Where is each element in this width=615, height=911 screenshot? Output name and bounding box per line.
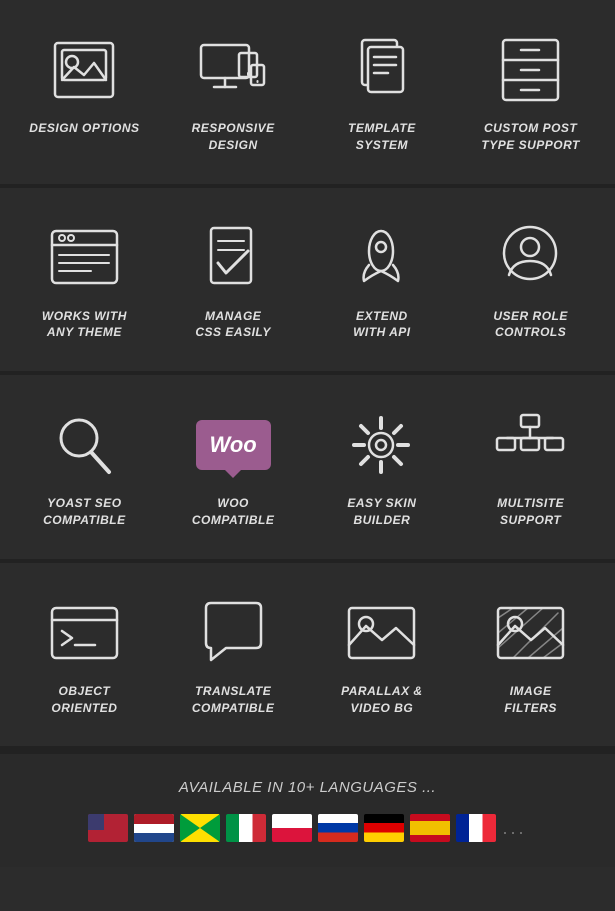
feature-yoast: YOAST SEOCOMPATIBLE bbox=[10, 395, 159, 539]
image-filter-label: IMAGEFILTERS bbox=[504, 683, 557, 717]
responsive-icon bbox=[193, 30, 273, 110]
section-2: WORKS WITHANY THEME MANAGECSS EASILY EXT… bbox=[0, 188, 615, 376]
languages-section: AVAILABLE IN 10+ LANGUAGES ... ... bbox=[0, 750, 615, 867]
multisite-icon bbox=[491, 405, 571, 485]
flag-nl bbox=[134, 814, 174, 842]
feature-multisite: MULTISITESUPPORT bbox=[456, 395, 605, 539]
template-label: TEMPLATESYSTEM bbox=[348, 120, 416, 154]
feature-image-filters: IMAGEFILTERS bbox=[456, 583, 605, 727]
feature-responsive: RESPONSIVEDESIGN bbox=[159, 20, 308, 164]
yoast-label: YOAST SEOCOMPATIBLE bbox=[43, 495, 126, 529]
feature-user-role: USER ROLECONTROLS bbox=[456, 208, 605, 352]
flag-ru bbox=[318, 814, 358, 842]
flag-pl bbox=[272, 814, 312, 842]
image-filter-icon bbox=[491, 593, 571, 673]
template-icon bbox=[342, 30, 422, 110]
multisite-label: MULTISITESUPPORT bbox=[497, 495, 564, 529]
feature-translate: TRANSLATECOMPATIBLE bbox=[159, 583, 308, 727]
user-role-icon bbox=[491, 218, 571, 298]
feature-custom-post: CUSTOM POSTTYPE SUPPORT bbox=[456, 20, 605, 164]
section-4: OBJECTORIENTED TRANSLATECOMPATIBLE PARAL… bbox=[0, 563, 615, 751]
flag-us bbox=[88, 814, 128, 842]
flag-es bbox=[410, 814, 450, 842]
woo-badge: Woo bbox=[196, 420, 271, 470]
feature-works-theme: WORKS WITHANY THEME bbox=[10, 208, 159, 352]
available-text: AVAILABLE IN 10+ LANGUAGES ... bbox=[20, 779, 595, 796]
api-icon bbox=[342, 218, 422, 298]
more-languages-indicator: ... bbox=[502, 818, 526, 839]
skin-label: EASY SKINBUILDER bbox=[347, 495, 416, 529]
flags-row: ... bbox=[20, 814, 595, 842]
works-theme-icon bbox=[44, 218, 124, 298]
translate-label: TRANSLATECOMPATIBLE bbox=[192, 683, 275, 717]
feature-parallax: PARALLAX &VIDEO BG bbox=[308, 583, 457, 727]
css-icon bbox=[193, 218, 273, 298]
feature-object-oriented: OBJECTORIENTED bbox=[10, 583, 159, 727]
feature-woo: Woo WOOCOMPATIBLE bbox=[159, 395, 308, 539]
feature-design-options: DESIGN OPTIONS bbox=[10, 20, 159, 164]
custom-post-label: CUSTOM POSTTYPE SUPPORT bbox=[481, 120, 579, 154]
woo-icon: Woo bbox=[193, 405, 273, 485]
object-oriented-label: OBJECTORIENTED bbox=[51, 683, 117, 717]
css-label: MANAGECSS EASILY bbox=[195, 308, 270, 342]
works-theme-label: WORKS WITHANY THEME bbox=[42, 308, 127, 342]
terminal-icon bbox=[44, 593, 124, 673]
yoast-icon bbox=[44, 405, 124, 485]
feature-template: TEMPLATESYSTEM bbox=[308, 20, 457, 164]
responsive-label: RESPONSIVEDESIGN bbox=[192, 120, 275, 154]
flag-fr bbox=[456, 814, 496, 842]
section-3: YOAST SEOCOMPATIBLE Woo WOOCOMPATIBLE bbox=[0, 375, 615, 563]
feature-skin: EASY SKINBUILDER bbox=[308, 395, 457, 539]
flag-br bbox=[180, 814, 220, 842]
custom-post-icon bbox=[491, 30, 571, 110]
design-options-label: DESIGN OPTIONS bbox=[29, 120, 139, 137]
feature-api: EXTENDWITH API bbox=[308, 208, 457, 352]
skin-icon bbox=[342, 405, 422, 485]
user-role-label: USER ROLECONTROLS bbox=[493, 308, 568, 342]
flag-de bbox=[364, 814, 404, 842]
woo-label: WOOCOMPATIBLE bbox=[192, 495, 275, 529]
section-1: DESIGN OPTIONS RESPONSIVEDESIGN bbox=[0, 0, 615, 188]
api-label: EXTENDWITH API bbox=[353, 308, 411, 342]
translate-icon bbox=[193, 593, 273, 673]
parallax-icon bbox=[342, 593, 422, 673]
parallax-label: PARALLAX &VIDEO BG bbox=[341, 683, 422, 717]
feature-css: MANAGECSS EASILY bbox=[159, 208, 308, 352]
design-options-icon bbox=[44, 30, 124, 110]
flag-it bbox=[226, 814, 266, 842]
